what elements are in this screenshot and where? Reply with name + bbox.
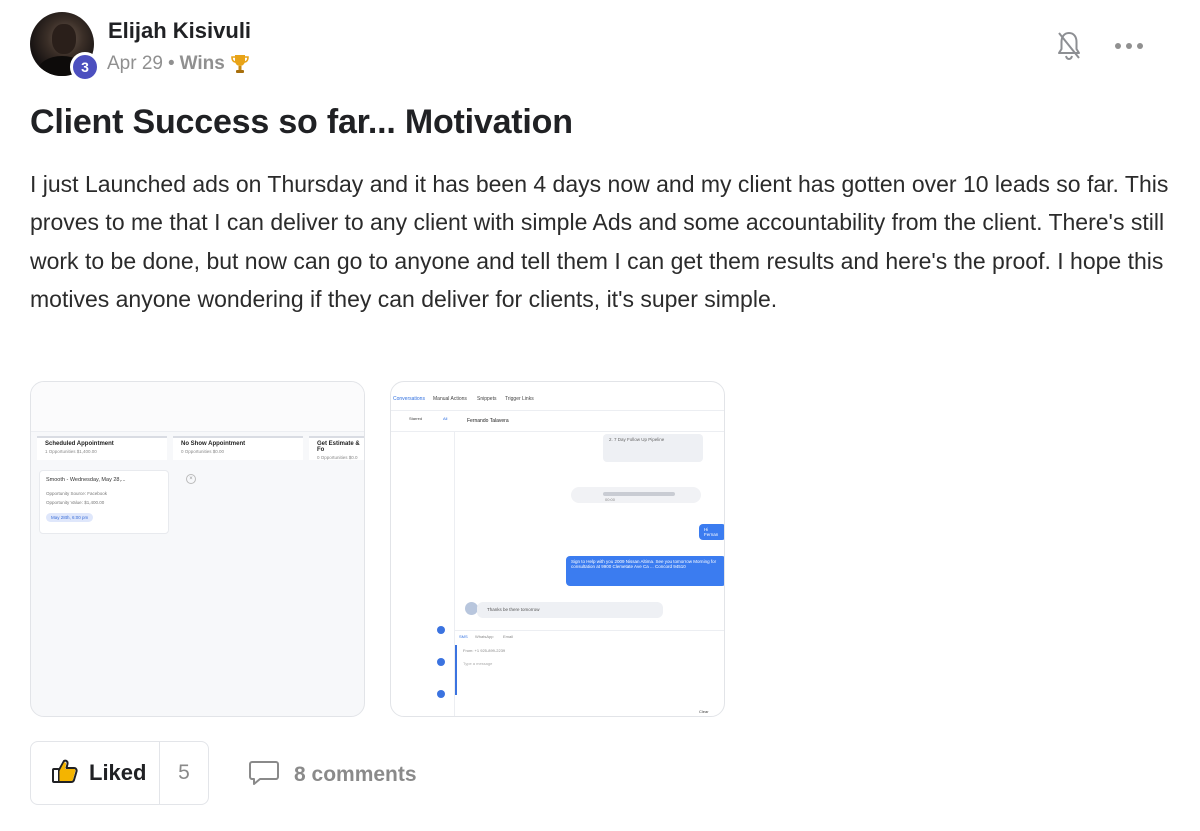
post-date[interactable]: Apr 29 [107, 53, 163, 75]
author-avatar-wrap[interactable]: 3 [30, 12, 100, 82]
post-meta: Apr 29 • Wins [107, 53, 250, 75]
column-sub: 1 Opportunities $1,400.00 [45, 449, 97, 454]
pipeline-column: Scheduled Appointment 1 Opportunities $1… [37, 436, 167, 460]
more-options-icon[interactable] [1115, 36, 1147, 56]
subtab-label: Starred [409, 416, 423, 421]
tab-label: Conversations [393, 396, 425, 402]
tab-label: Trigger Links [505, 396, 534, 402]
channel-tab: SMS [459, 634, 468, 639]
column-title: Scheduled Appointment [45, 441, 114, 447]
column-title: No Show Appointment [181, 441, 246, 447]
subtab-label: All [443, 416, 448, 421]
tab-label: Manual Actions [433, 396, 467, 402]
attachment-image-1[interactable]: Scheduled Appointment 1 Opportunities $1… [30, 381, 365, 717]
column-sub: 0 Opportunities $0.0 [317, 455, 358, 460]
conversation-list [391, 432, 455, 716]
conversation-tabs: Conversations Manual Actions Snippets Tr… [391, 396, 724, 410]
clear-button: Clear [699, 709, 709, 714]
column-title: Get Estimate & Fo [317, 441, 360, 453]
comments-button[interactable]: 8 comments [248, 758, 417, 791]
thumbs-up-icon [51, 758, 79, 789]
author-name[interactable]: Elijah Kisivuli [108, 18, 251, 44]
close-icon: × [186, 474, 196, 484]
message-placeholder: Type a message [463, 661, 493, 666]
incoming-message: Thanks be there tomorrow [477, 602, 663, 618]
channel-tab: Email [503, 634, 514, 639]
pipeline-column: No Show Appointment 0 Opportunities $0.0… [173, 436, 303, 460]
contact-name: Fernando Talavera [467, 418, 509, 424]
column-sub: 0 Opportunities $0.00 [181, 449, 225, 454]
pipeline-column: Get Estimate & Fo 0 Opportunities $0.0 [309, 436, 364, 460]
conversation-header: Starred All Fernando Talavera [391, 410, 724, 432]
like-control: Liked 5 [30, 741, 209, 805]
attachment-image-2[interactable]: Conversations Manual Actions Snippets Tr… [390, 381, 725, 717]
audio-time: 00:00 [605, 497, 616, 502]
meta-separator: • [167, 53, 175, 74]
bell-off-icon[interactable] [1055, 30, 1083, 62]
pipeline-header [31, 382, 364, 432]
opportunity-source: Opportunity Source: Facebook [46, 491, 108, 496]
like-button[interactable]: Liked [31, 742, 160, 804]
trophy-icon [230, 53, 250, 75]
opportunity-card: Smooth - Wednesday, May 28,... Opportuni… [39, 470, 196, 534]
like-count[interactable]: 5 [160, 761, 208, 785]
workflow-note: 2. 7 Day Follow Up Pipeline [603, 434, 703, 462]
comment-icon [248, 758, 280, 791]
audio-player: 00:00 [571, 487, 701, 503]
post-body: I just Launched ads on Thursday and it h… [30, 171, 1169, 312]
composer-field: From: +1 925-899-2239 Type a message [455, 645, 724, 695]
opportunity-value: Opportunity Value: $1,400.00 [46, 500, 105, 505]
like-label: Liked [89, 760, 147, 785]
from-line: From: +1 925-899-2239 [463, 648, 506, 653]
message-composer: SMS WhatsApp Email From: +1 925-899-2239… [455, 630, 724, 716]
outgoing-message: Sign to Help with you 2009 Nissan Altima… [566, 556, 724, 586]
level-badge: 3 [70, 52, 100, 82]
outgoing-message: Hi Fernan [699, 524, 724, 540]
tab-label: Snippets [477, 396, 497, 402]
opportunity-date-chip: May 28th, 6:00 pm [46, 513, 94, 522]
post-category[interactable]: Wins [180, 53, 225, 75]
comments-label: 8 comments [294, 762, 417, 786]
post-title[interactable]: Client Success so far... Motivation [30, 103, 573, 142]
opportunity-title: Smooth - Wednesday, May 28,... [46, 477, 126, 483]
channel-tab: WhatsApp [475, 634, 494, 639]
